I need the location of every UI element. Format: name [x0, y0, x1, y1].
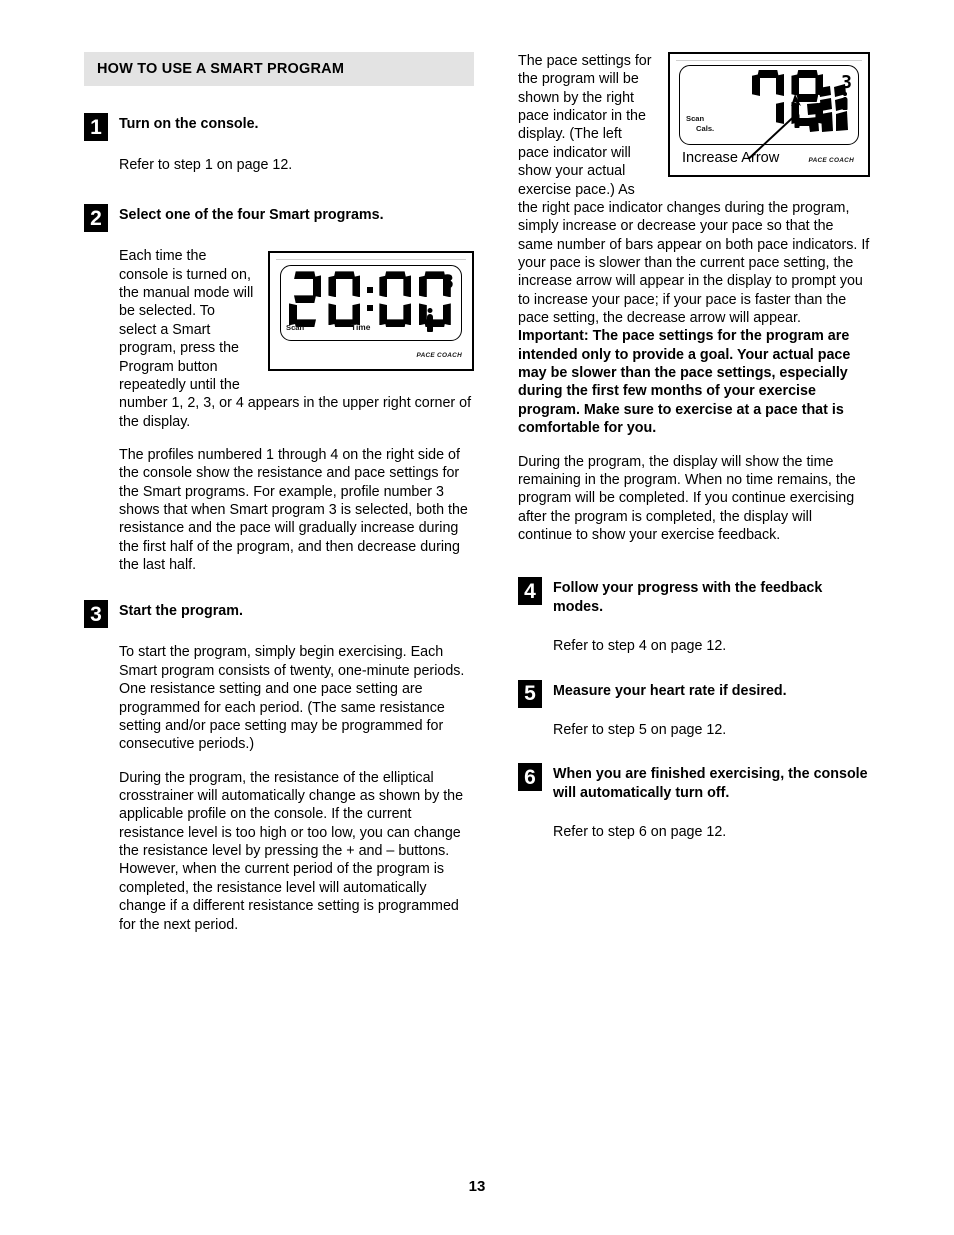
brand-label: PACE COACH [808, 157, 854, 164]
step-5-number: 5 [518, 679, 542, 708]
figure-pace-display: Scan Cals. 3 PACE COACH Increase Arrow [668, 52, 870, 177]
scan-label: Scan [286, 323, 305, 333]
important-notice: Important: The pace settings for the pro… [518, 328, 851, 437]
right-column: Scan Cals. 3 PACE COACH Increase Arrow T… [518, 52, 870, 856]
step-4: 4 Follow your progress with the feedback… [518, 576, 870, 655]
step-1-heading: Turn on the console. [119, 116, 259, 132]
step-3-paragraph-2: During the program, the resistance of th… [119, 769, 464, 933]
seven-segment-digit [328, 271, 361, 328]
step-4-heading: Follow your progress with the feedback m… [553, 580, 823, 616]
step-2-paragraph-2: The profiles numbered 1 through 4 on the… [119, 446, 468, 574]
manual-page: HOW TO USE A SMART PROGRAM 1 Turn on the… [0, 0, 954, 1235]
step-3: 3 Start the program. To start the progra… [84, 599, 474, 933]
lcd-screen-pace: Scan Cals. 3 [679, 65, 859, 145]
step-4-paragraph: Refer to step 4 on page 12. [553, 638, 727, 655]
step-3-number: 3 [84, 600, 108, 629]
cals-label: Cals. [696, 124, 715, 133]
lcd-screen-time: Scan Time 3 [280, 265, 462, 342]
mode-label-time: Time [351, 322, 371, 333]
left-column: HOW TO USE A SMART PROGRAM 1 Turn on the… [84, 52, 474, 949]
person-icon [792, 108, 802, 128]
step-1-number: 1 [84, 113, 108, 141]
pace-indicator-bars [806, 84, 854, 134]
step-5-heading: Measure your heart rate if desired. [553, 682, 787, 699]
section-header-bar: HOW TO USE A SMART PROGRAM [84, 52, 474, 86]
lcd-colon [365, 271, 375, 327]
scan-label: Scan [686, 114, 705, 123]
figure-top-divider [676, 60, 862, 61]
program-number: 3 [442, 271, 454, 294]
step-5: 5 Measure your heart rate if desired. Re… [518, 679, 870, 739]
seven-segment-digit [379, 271, 412, 328]
right-paragraph-after: During the program, the display will sho… [518, 453, 856, 543]
seven-segment-digit [752, 70, 784, 126]
step-2-heading: Select one of the four Smart programs. [119, 207, 384, 224]
person-icon [425, 308, 435, 333]
step-1-paragraph: Refer to step 1 on page 12. [119, 157, 293, 173]
step-6: 6 When you are finished exercising, the … [518, 762, 870, 841]
up-arrow-icon [790, 94, 802, 108]
callout-label: Increase Arrow [682, 150, 780, 166]
page-number: 13 [468, 1178, 486, 1195]
figure-top-divider [276, 259, 466, 261]
section-heading: HOW TO USE A SMART PROGRAM [97, 61, 345, 77]
step-4-number: 4 [518, 577, 542, 606]
step-1: 1 Turn on the console. Refer to step 1 o… [84, 112, 474, 174]
seven-segment-digit [289, 271, 321, 328]
step-5-paragraph: Refer to step 5 on page 12. [553, 721, 727, 738]
step-2: 2 Select one of the four Smart programs. [84, 203, 474, 574]
step-2-number: 2 [84, 204, 108, 233]
figure-time-display: Scan Time 3 PACE COACH [268, 251, 474, 372]
step-3-paragraph-1: To start the program, simply begin exerc… [119, 644, 465, 753]
brand-label: PACE COACH [416, 352, 462, 360]
step-6-heading: When you are finished exercising, the co… [553, 766, 868, 802]
step-6-paragraph: Refer to step 6 on page 12. [553, 824, 727, 841]
step-6-number: 6 [518, 763, 542, 792]
step-3-heading: Start the program. [119, 603, 243, 620]
